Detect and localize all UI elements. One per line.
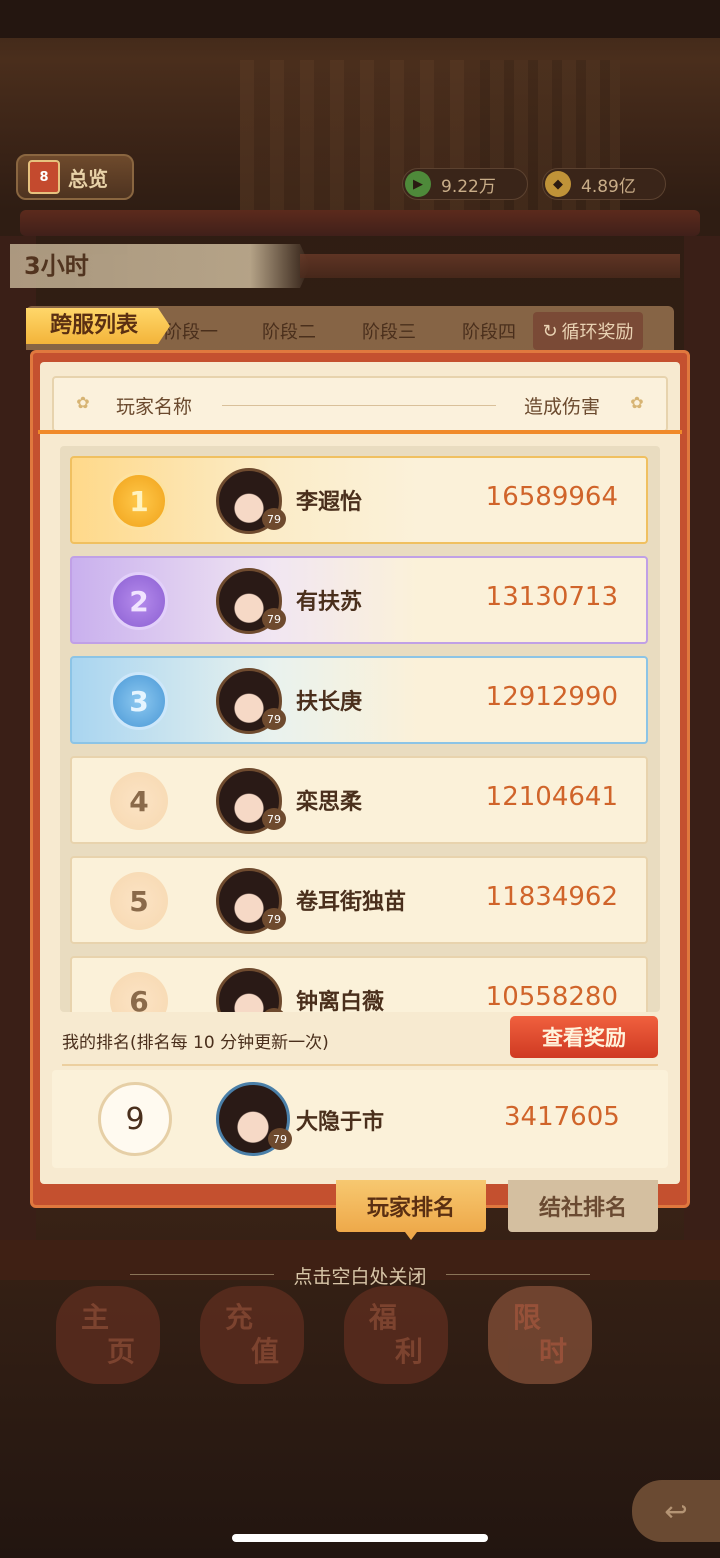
tab-club-ranking[interactable]: 结社排名 — [508, 1180, 658, 1232]
ranking-row-5: 5 79 卷耳街独苗 11834962 — [70, 856, 648, 944]
nav-welfare-button[interactable]: 福 利 — [344, 1286, 448, 1384]
nav-home-button[interactable]: 主 页 — [56, 1286, 160, 1384]
player-damage: 12104641 — [485, 782, 618, 812]
player-damage: 10558280 — [485, 982, 618, 1012]
my-player-name: 大隐于市 — [296, 1110, 385, 1135]
ranking-row-6: 6 79 钟离白薇 10558280 — [70, 956, 648, 1012]
player-name: 钟离白薇 — [296, 990, 385, 1012]
level-badge: 79 — [262, 808, 286, 830]
ranking-row-2: 2 79 有扶苏 13130713 — [70, 556, 648, 644]
silver-coin-icon: ▶ — [405, 171, 431, 197]
rank-medal-blue: 3 — [110, 672, 168, 730]
nav-home-char1: 主 — [80, 1301, 109, 1334]
player-name: 栾思柔 — [296, 790, 363, 815]
player-name: 李遐怡 — [296, 490, 363, 515]
ranking-row-1: 1 79 李遐怡 16589964 — [70, 456, 648, 544]
player-name: 扶长庚 — [296, 690, 363, 715]
rank-number: 5 — [110, 872, 168, 930]
overview-label: 总览 — [68, 166, 108, 191]
rank-number: 6 — [110, 972, 168, 1012]
currency-1-value: 9.22万 — [441, 176, 496, 197]
my-damage: 3417605 — [504, 1102, 620, 1132]
player-name: 有扶苏 — [296, 590, 363, 615]
hint-divider-right — [446, 1274, 590, 1275]
header-underline — [38, 430, 682, 434]
back-button[interactable]: ↩ — [632, 1480, 720, 1542]
nav-recharge-char1: 充 — [224, 1301, 253, 1334]
active-tab-indicator — [405, 1232, 417, 1240]
ranking-row-3: 3 79 扶长庚 12912990 — [70, 656, 648, 744]
flower-icon: ✿ — [630, 393, 644, 412]
rank-medal-purple: 2 — [110, 572, 168, 630]
player-damage: 13130713 — [485, 582, 618, 612]
home-indicator[interactable] — [232, 1534, 488, 1542]
tab-stage-2[interactable]: 阶段二 — [262, 318, 316, 344]
tab-stage-3[interactable]: 阶段三 — [362, 318, 416, 344]
my-rank-note: 我的排名(排名每 10 分钟更新一次) — [62, 1033, 329, 1053]
timer-beam — [300, 254, 680, 278]
nav-welfare-char2: 利 — [394, 1335, 423, 1368]
refresh-icon: ↻ — [542, 320, 558, 342]
tab-stage-1[interactable]: 阶段一 — [164, 318, 218, 344]
ranking-list[interactable]: 1 79 李遐怡 16589964 2 79 有扶苏 13130713 3 79… — [60, 446, 660, 1012]
status-bar — [0, 0, 720, 38]
currency-2: ◆ 4.89亿 — [542, 168, 666, 200]
ranking-row-4: 4 79 栾思柔 12104641 — [70, 756, 648, 844]
level-badge: 79 — [262, 508, 286, 530]
view-reward-button[interactable]: 查看奖励 — [510, 1016, 658, 1058]
calendar-icon: 8 — [28, 160, 60, 194]
gold-coin-icon: ◆ — [545, 171, 571, 197]
currency-2-value: 4.89亿 — [581, 176, 636, 197]
my-level-badge: 79 — [268, 1128, 292, 1150]
level-badge: 79 — [262, 908, 286, 930]
cycle-reward-label: 循环奖励 — [561, 322, 634, 343]
overview-button[interactable]: 8 总览 — [16, 154, 134, 200]
background-beam — [20, 210, 700, 236]
nav-limited-char1: 限 — [512, 1301, 541, 1334]
nav-limited-char2: 时 — [538, 1335, 567, 1368]
currency-1: ▶ 9.22万 — [402, 168, 528, 200]
player-damage: 16589964 — [485, 482, 618, 512]
my-rank-number: 9 — [98, 1082, 172, 1156]
tab-cycle-reward[interactable]: ↻ 循环奖励 — [533, 312, 643, 350]
column-damage: 造成伤害 — [524, 396, 601, 418]
nav-recharge-button[interactable]: 充 值 — [200, 1286, 304, 1384]
tab-stage-4[interactable]: 阶段四 — [462, 318, 516, 344]
nav-welfare-char1: 福 — [368, 1301, 397, 1334]
cross-server-list-label: 跨服列表 — [26, 308, 170, 344]
back-arrow-icon: ↩ — [664, 1494, 688, 1528]
level-badge: 79 — [262, 708, 286, 730]
tab-player-ranking[interactable]: 玩家排名 — [336, 1180, 486, 1232]
timer-banner: 3小时 — [10, 244, 310, 288]
header-divider — [222, 405, 496, 406]
player-damage: 12912990 — [485, 682, 618, 712]
my-rank-divider — [62, 1064, 658, 1066]
close-hint[interactable]: 点击空白处关闭 — [0, 1262, 720, 1289]
column-player-name: 玩家名称 — [116, 396, 193, 418]
flower-icon: ✿ — [76, 393, 90, 412]
nav-limited-button[interactable]: 限 时 — [488, 1286, 592, 1384]
avatar[interactable] — [216, 968, 282, 1012]
nav-home-char2: 页 — [106, 1335, 135, 1368]
player-damage: 11834962 — [485, 882, 618, 912]
rank-number: 4 — [110, 772, 168, 830]
level-badge: 79 — [262, 608, 286, 630]
rank-medal-gold: 1 — [110, 472, 168, 530]
player-name: 卷耳街独苗 — [296, 890, 407, 915]
nav-recharge-char2: 值 — [250, 1335, 279, 1368]
